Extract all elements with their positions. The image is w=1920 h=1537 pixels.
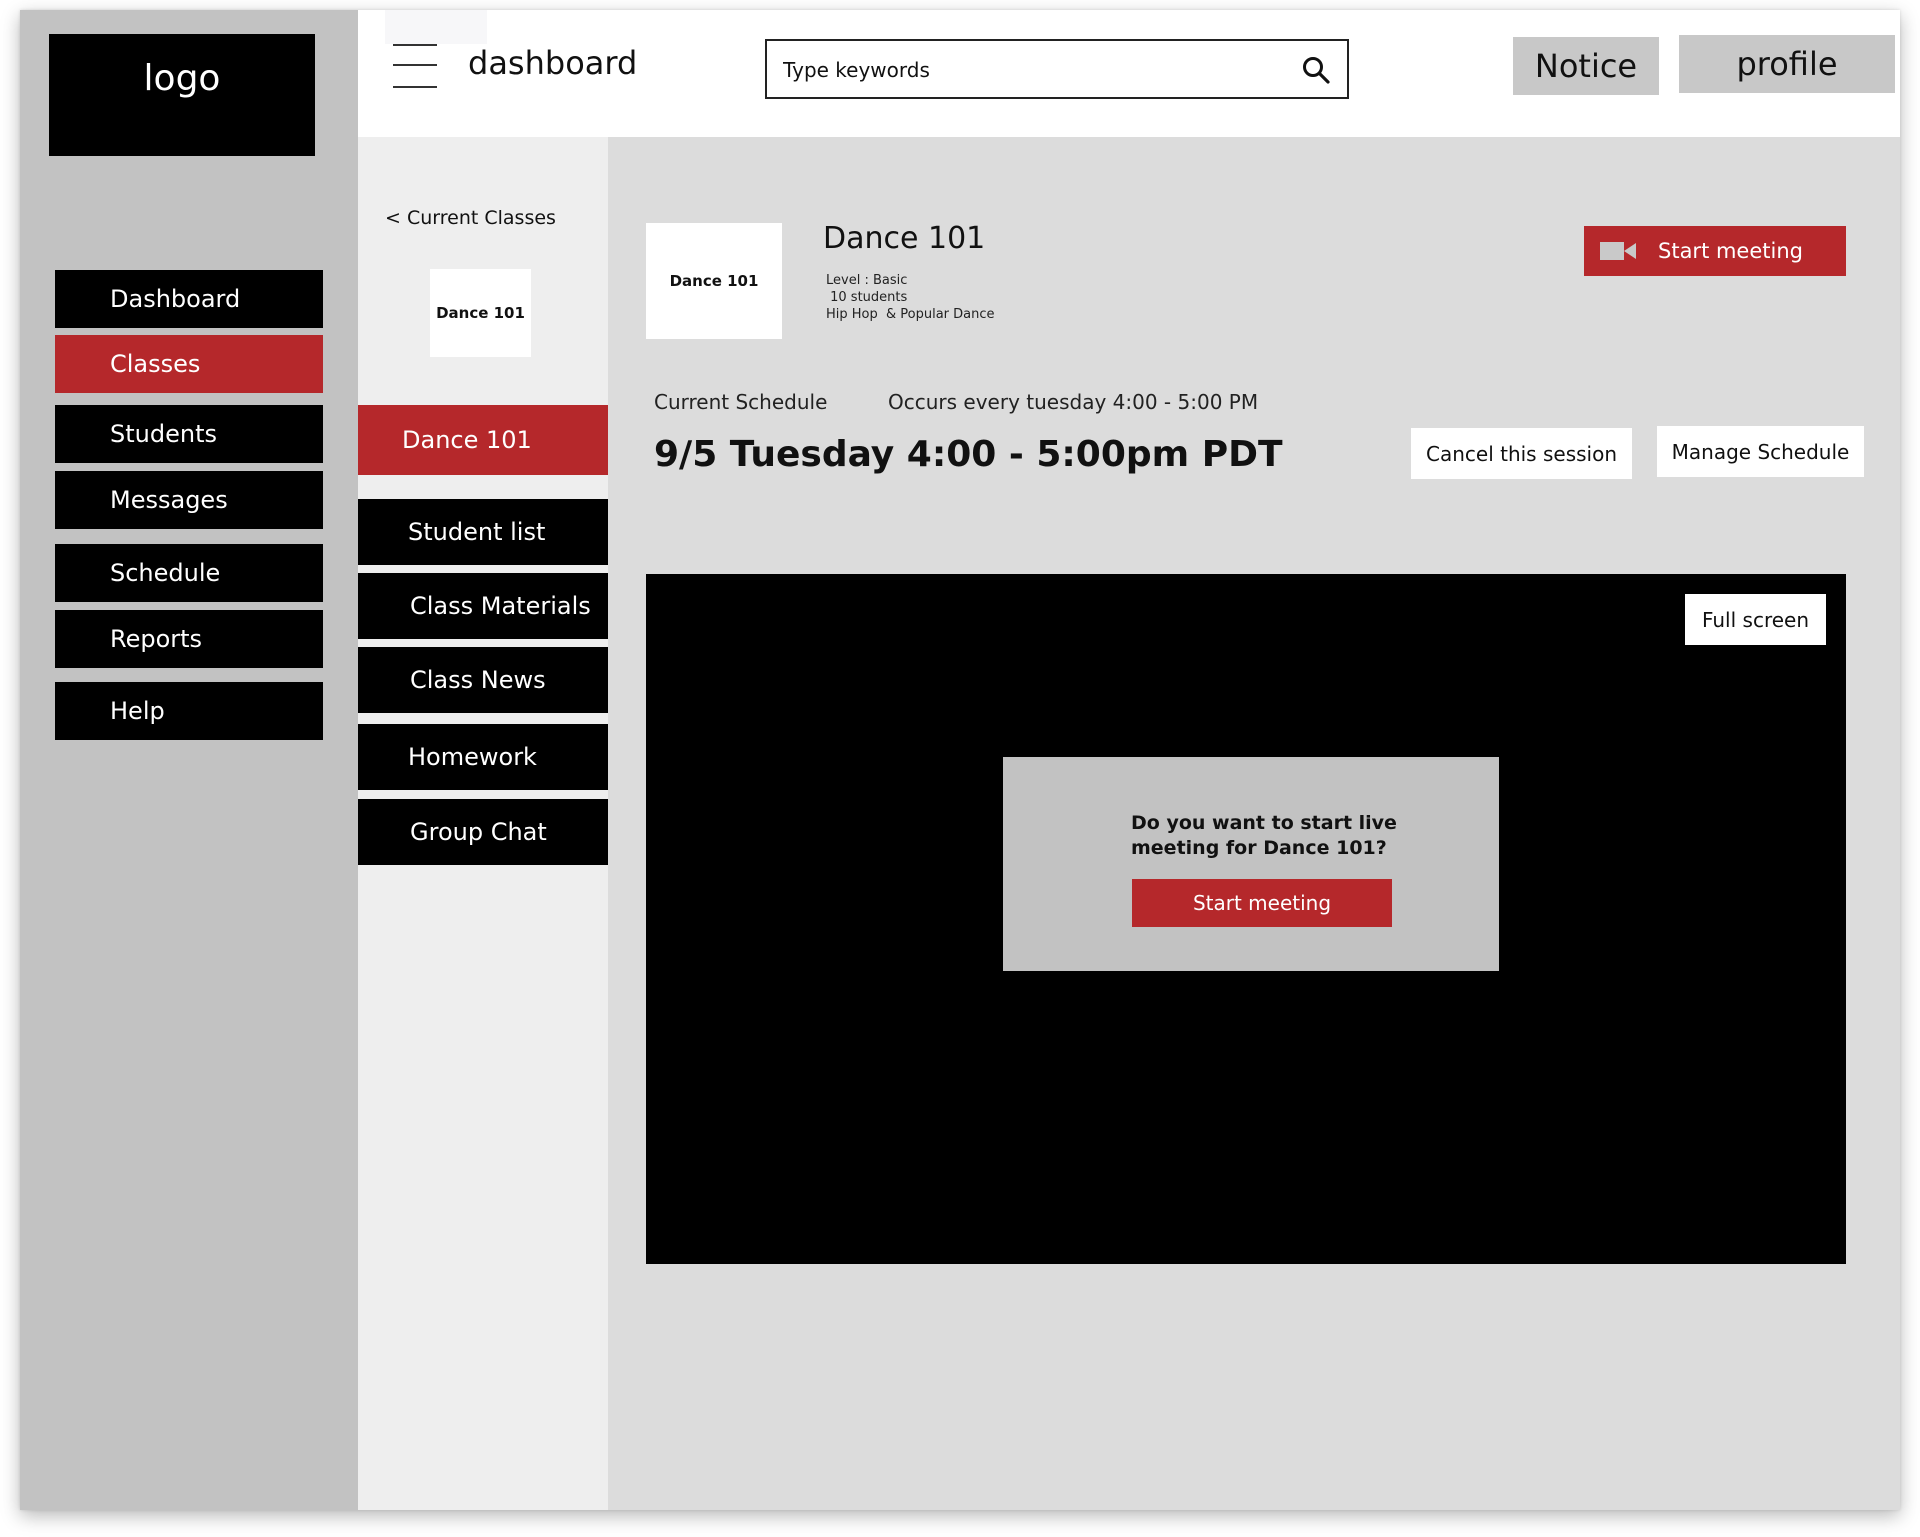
submenu-item-group-chat[interactable]: Group Chat <box>358 799 608 865</box>
dialog-start-meeting-button[interactable]: Start meeting <box>1132 879 1392 927</box>
profile-button[interactable]: profile <box>1679 35 1895 93</box>
sidebar-item-dashboard[interactable]: Dashboard <box>55 270 323 328</box>
logo-text: logo <box>143 58 221 99</box>
app-window: logo Dashboard Classes Students Messages… <box>20 10 1900 1510</box>
search-box <box>765 39 1349 99</box>
search-input[interactable] <box>783 54 1283 86</box>
session-datetime: 9/5 Tuesday 4:00 - 5:00pm PDT <box>654 434 1283 475</box>
start-meeting-dialog: Do you want to start live meeting for Da… <box>1003 757 1499 971</box>
class-title: Dance 101 <box>823 221 986 256</box>
schedule-occurrence: Occurs every tuesday 4:00 - 5:00 PM <box>888 390 1259 414</box>
notice-button[interactable]: Notice <box>1513 37 1659 95</box>
hamburger-menu-icon[interactable] <box>393 44 437 88</box>
page-title: dashboard <box>468 44 638 82</box>
sidebar: logo Dashboard Classes Students Messages… <box>20 10 358 1510</box>
sidebar-item-reports[interactable]: Reports <box>55 610 323 668</box>
class-meta: Level : Basic 10 students Hip Hop & Popu… <box>826 272 995 323</box>
class-submenu: < Current Classes Dance 101 Dance 101 St… <box>358 137 608 1510</box>
class-level: Level : Basic <box>826 273 908 288</box>
dialog-message-line-1: Do you want to start live <box>1131 812 1397 834</box>
manage-schedule-button[interactable]: Manage Schedule <box>1657 426 1864 477</box>
class-thumbnail-small[interactable]: Dance 101 <box>430 269 531 357</box>
sidebar-item-messages[interactable]: Messages <box>55 471 323 529</box>
current-schedule-label: Current Schedule <box>654 390 828 414</box>
class-thumbnail: Dance 101 <box>646 223 782 339</box>
video-area: Full screen Do you want to start live me… <box>646 574 1846 1264</box>
top-header: dashboard Notice profile <box>358 10 1900 137</box>
class-student-count: 10 students <box>826 290 908 305</box>
back-to-current-classes-link[interactable]: < Current Classes <box>385 207 556 229</box>
search-icon[interactable] <box>1301 55 1331 85</box>
header-tab-placeholder <box>385 10 487 44</box>
sidebar-item-classes[interactable]: Classes <box>55 335 323 393</box>
full-screen-button[interactable]: Full screen <box>1685 594 1826 645</box>
submenu-item-student-list[interactable]: Student list <box>358 499 608 565</box>
submenu-item-class-news[interactable]: Class News <box>358 647 608 713</box>
submenu-item-homework[interactable]: Homework <box>358 724 608 790</box>
dialog-message: Do you want to start live meeting for Da… <box>1131 811 1431 861</box>
cancel-session-button[interactable]: Cancel this session <box>1411 428 1632 479</box>
start-meeting-label: Start meeting <box>1658 239 1803 263</box>
video-camera-icon <box>1600 242 1636 260</box>
logo[interactable]: logo <box>49 34 315 156</box>
submenu-item-dance-101[interactable]: Dance 101 <box>358 405 608 475</box>
main-content: Dance 101 Dance 101 Level : Basic 10 stu… <box>608 137 1900 1510</box>
dialog-message-line-2: meeting for Dance 101? <box>1131 837 1387 859</box>
submenu-item-class-materials[interactable]: Class Materials <box>358 573 608 639</box>
sidebar-item-students[interactable]: Students <box>55 405 323 463</box>
class-genre: Hip Hop & Popular Dance <box>826 307 995 322</box>
sidebar-item-help[interactable]: Help <box>55 682 323 740</box>
sidebar-item-schedule[interactable]: Schedule <box>55 544 323 602</box>
start-meeting-button[interactable]: Start meeting <box>1584 226 1846 276</box>
